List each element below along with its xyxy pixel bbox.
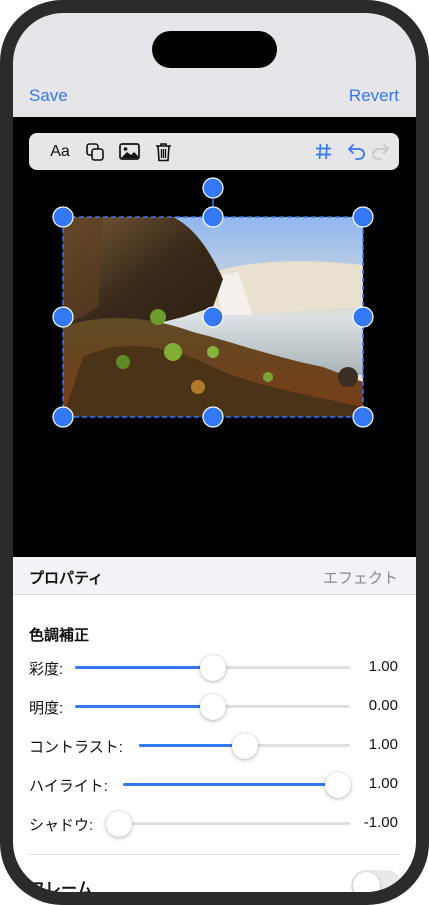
frame-label: フレーム: [29, 881, 93, 892]
slider-thumb[interactable]: [199, 655, 226, 681]
move-handle-center[interactable]: [202, 306, 224, 328]
slider-row-highlight: ハイライト: 1.00: [13, 770, 416, 798]
slider-row-contrast: コントラスト: 1.00: [13, 731, 416, 759]
slider-fill: [75, 666, 213, 669]
edit-toolbar: Aa: [29, 133, 399, 170]
canvas-area[interactable]: [13, 173, 416, 557]
screen: Save Revert Aa プロパティ エフェクト 色調補正 彩度: 1.00…: [13, 13, 416, 892]
resize-handle-bottom-right[interactable]: [352, 406, 374, 428]
trash-icon[interactable]: [152, 133, 174, 170]
section-title-color-adjust: 色調補正: [29, 627, 90, 644]
resize-handle-top[interactable]: [202, 206, 224, 228]
slider-label: 明度:: [29, 700, 64, 717]
duplicate-icon[interactable]: [84, 133, 106, 170]
highlight-slider[interactable]: [123, 772, 351, 798]
brightness-slider[interactable]: [75, 694, 350, 720]
slider-fill: [139, 744, 245, 747]
save-button[interactable]: Save: [29, 86, 68, 106]
resize-handle-bottom-left[interactable]: [52, 406, 74, 428]
slider-value: 1.00: [368, 775, 398, 792]
slider-fill: [75, 705, 213, 708]
resize-handle-left[interactable]: [52, 306, 74, 328]
slider-value: 1.00: [368, 658, 398, 675]
slider-value: 1.00: [368, 736, 398, 753]
frame-toggle[interactable]: [351, 870, 402, 892]
redo-icon[interactable]: [370, 133, 390, 170]
saturation-slider[interactable]: [75, 655, 350, 681]
tab-effects[interactable]: エフェクト: [323, 567, 398, 588]
properties-panel: プロパティ エフェクト 色調補正 彩度: 1.00 明度: 0.00 コントラス…: [13, 557, 416, 892]
slider-thumb[interactable]: [106, 811, 132, 837]
dynamic-island: [152, 31, 277, 68]
slider-value: 0.00: [368, 697, 398, 714]
toggle-knob: [353, 872, 380, 892]
selection-overlay: [52, 177, 374, 428]
device-frame: Save Revert Aa プロパティ エフェクト 色調補正 彩度: 1.00…: [0, 0, 429, 905]
grid-icon[interactable]: [312, 133, 334, 170]
panel-header: プロパティ エフェクト: [13, 557, 416, 595]
resize-handle-right[interactable]: [352, 306, 374, 328]
resize-handle-top-left[interactable]: [52, 206, 74, 228]
slider-row-saturation: 彩度: 1.00: [13, 653, 416, 681]
slider-label: シャドウ:: [29, 817, 94, 834]
contrast-slider[interactable]: [139, 733, 350, 759]
slider-row-shadow: シャドウ: -1.00: [13, 809, 416, 837]
revert-button[interactable]: Revert: [349, 86, 399, 106]
slider-row-brightness: 明度: 0.00: [13, 692, 416, 720]
slider-thumb[interactable]: [325, 772, 351, 798]
undo-icon[interactable]: [345, 133, 367, 170]
divider: [29, 854, 400, 855]
rotate-handle[interactable]: [202, 177, 224, 199]
slider-value: -1.00: [363, 814, 398, 831]
resize-handle-bottom[interactable]: [202, 406, 224, 428]
slider-label: コントラスト:: [29, 739, 123, 756]
tab-properties[interactable]: プロパティ: [29, 567, 103, 588]
slider-label: 彩度:: [29, 661, 64, 678]
slider-fill: [123, 783, 338, 786]
image-icon[interactable]: [118, 133, 140, 170]
slider-thumb[interactable]: [199, 694, 226, 720]
shadow-slider[interactable]: [106, 811, 350, 837]
slider-thumb[interactable]: [231, 733, 258, 759]
text-format-icon[interactable]: Aa: [49, 133, 71, 170]
resize-handle-top-right[interactable]: [352, 206, 374, 228]
slider-label: ハイライト:: [29, 778, 108, 795]
